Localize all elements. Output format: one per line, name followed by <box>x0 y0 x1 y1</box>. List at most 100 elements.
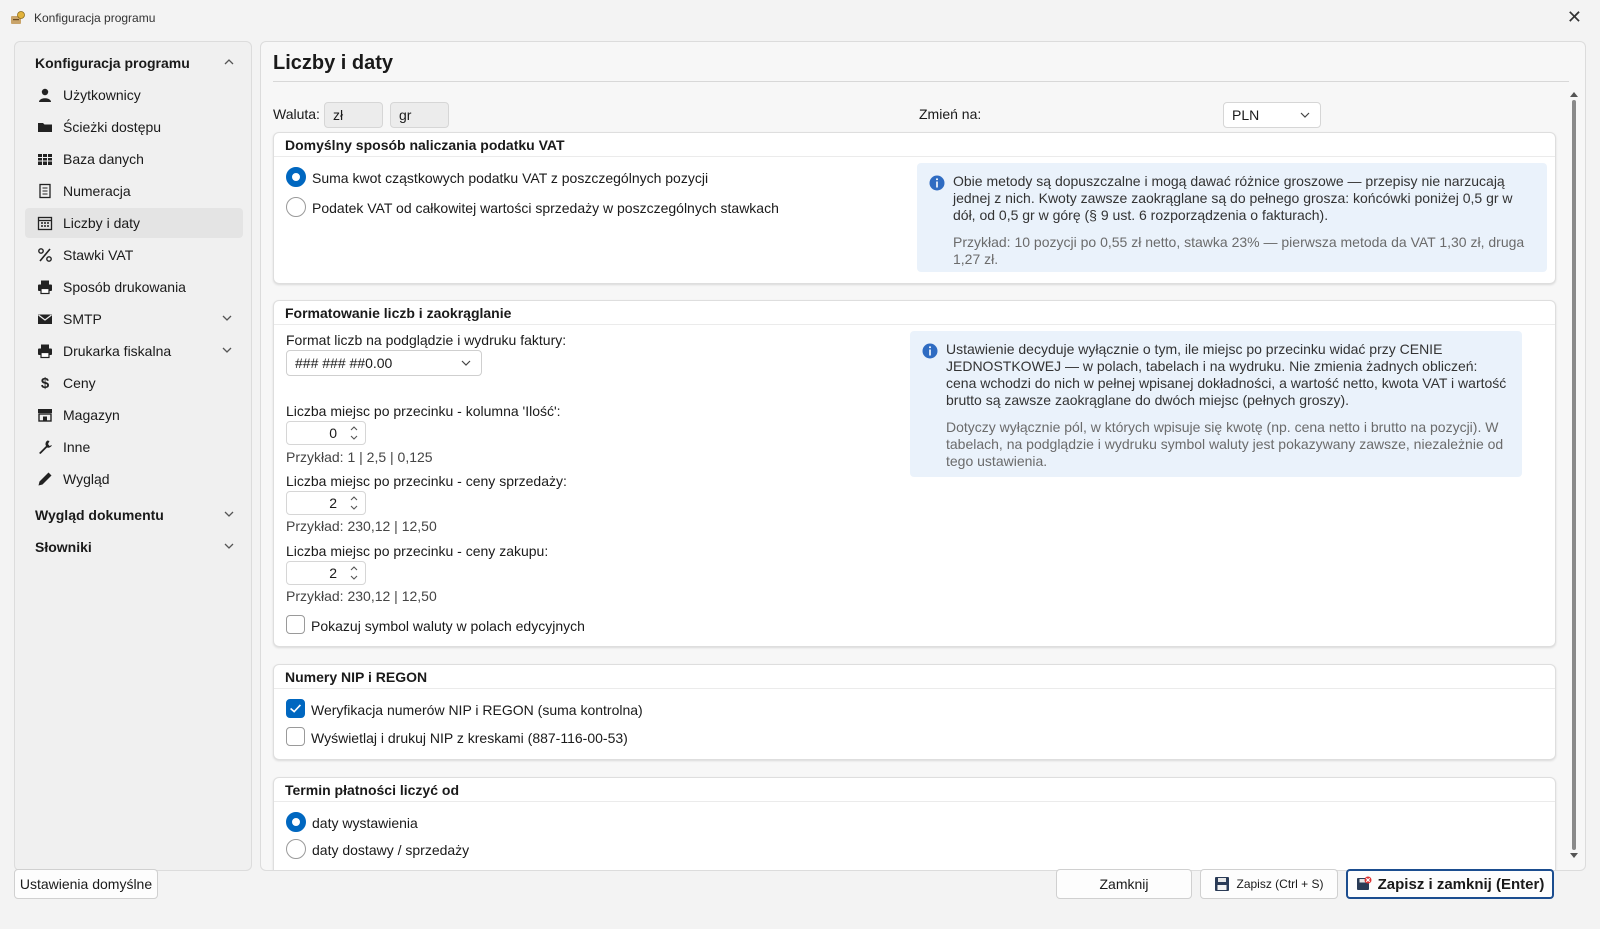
sidebar-item-other[interactable]: Inne <box>25 432 243 462</box>
vat-info-text: Obie metody są dopuszczalne i mogą dawać… <box>953 173 1513 223</box>
title-bar: Konfiguracja programu ✕ <box>0 0 1600 36</box>
percent-icon <box>38 248 52 262</box>
sale-decimals-spinner[interactable]: 2 <box>286 491 366 515</box>
wrench-icon <box>39 440 52 454</box>
number-format-select[interactable]: ### ### ##0.00 <box>286 350 482 376</box>
sidebar-item-warehouse[interactable]: Magazyn <box>25 400 243 430</box>
sidebar-item-prices[interactable]: $ Ceny <box>25 368 243 398</box>
mail-icon <box>38 314 52 324</box>
sale-example: Przykład: 230,12 | 12,50 <box>286 518 437 534</box>
verify-nip-label[interactable]: Weryfikacja numerów NIP i REGON (suma ko… <box>311 702 643 718</box>
purchase-decimals-spinner[interactable]: 2 <box>286 561 366 585</box>
spinner-arrows-icon[interactable] <box>349 424 359 442</box>
sidebar-item-appearance[interactable]: Wygląd <box>25 464 243 494</box>
spinner-arrows-icon[interactable] <box>349 564 359 582</box>
vat-option-total-radio[interactable] <box>286 197 306 217</box>
scroll-down-icon[interactable] <box>1569 852 1579 860</box>
change-to-label: Zmień na: <box>919 106 982 122</box>
sidebar: Konfiguracja programu Użytkownicy Ścieżk… <box>14 41 252 871</box>
sidebar-item-smtp[interactable]: SMTP <box>25 304 243 334</box>
purchase-decimals-label: Liczba miejsc po przecinku - ceny zakupu… <box>286 543 549 559</box>
chevron-down-icon <box>222 347 232 353</box>
qty-decimals-label: Liczba miejsc po przecinku - kolumna 'Il… <box>286 403 561 419</box>
vat-option-sum-label[interactable]: Suma kwot cząstkowych podatku VAT z posz… <box>312 170 708 186</box>
sidebar-section-configuration[interactable]: Konfiguracja programu <box>25 48 245 78</box>
show-currency-symbol-checkbox[interactable] <box>286 615 305 634</box>
sidebar-section-document-appearance[interactable]: Wygląd dokumentu <box>25 500 245 530</box>
app-icon <box>11 11 25 24</box>
table-icon <box>38 154 52 165</box>
info-icon <box>922 343 938 359</box>
vat-option-sum-radio[interactable] <box>286 167 306 187</box>
format-label: Format liczb na podglądzie i wydruku fak… <box>286 332 567 348</box>
user-icon <box>39 88 51 102</box>
nip-dashes-checkbox[interactable] <box>286 727 305 746</box>
sidebar-item-numbers-dates[interactable]: Liczby i daty <box>25 208 243 238</box>
group-title: Numery NIP i REGON <box>274 665 1555 689</box>
show-currency-symbol-label[interactable]: Pokazuj symbol waluty w polach edycyjnyc… <box>311 618 585 634</box>
vat-info-box: Obie metody są dopuszczalne i mogą dawać… <box>917 163 1547 272</box>
calendar-icon <box>37 216 53 231</box>
defaults-button[interactable]: Ustawienia domyślne <box>14 869 158 899</box>
vertical-scrollbar[interactable] <box>1569 90 1579 860</box>
dollar-icon: $ <box>40 374 50 392</box>
save-button[interactable]: Zapisz (Ctrl + S) <box>1200 869 1338 899</box>
scrollbar-thumb[interactable] <box>1572 100 1576 850</box>
chevron-down-icon <box>1300 112 1310 118</box>
group-title: Domyślny sposób naliczania podatku VAT <box>274 133 1555 157</box>
format-info-box: Ustawienie decyduje wyłącznie o tym, ile… <box>910 331 1522 477</box>
close-button[interactable]: Zamknij <box>1056 869 1192 899</box>
printer-icon <box>38 344 52 359</box>
save-and-close-button[interactable]: Zapisz i zamknij (Enter) <box>1346 869 1554 899</box>
payment-from-issue-label[interactable]: daty wystawienia <box>312 815 418 831</box>
spinner-arrows-icon[interactable] <box>349 494 359 512</box>
payment-from-issue-radio[interactable] <box>286 812 306 832</box>
sidebar-item-vat-rates[interactable]: Stawki VAT <box>25 240 243 270</box>
qty-decimals-spinner[interactable]: 0 <box>286 421 366 445</box>
content-panel: Liczby i daty Waluta: zł gr Zmień na: PL… <box>260 41 1586 871</box>
chevron-down-icon <box>222 315 232 321</box>
currency-sub-input[interactable]: gr <box>390 102 449 128</box>
qty-example: Przykład: 1 | 2,5 | 0,125 <box>286 449 433 465</box>
scroll-up-icon[interactable] <box>1569 90 1579 98</box>
chevron-down-icon <box>461 360 471 366</box>
currency-main-input[interactable]: zł <box>324 102 383 128</box>
sidebar-item-users[interactable]: Użytkownicy <box>25 80 243 110</box>
info-icon <box>929 175 945 191</box>
verify-nip-checkbox[interactable] <box>286 699 305 718</box>
title-divider <box>273 81 1569 82</box>
vat-method-group: Domyślny sposób naliczania podatku VAT S… <box>273 132 1556 284</box>
sidebar-item-printing[interactable]: Sposób drukowania <box>25 272 243 302</box>
sidebar-item-paths[interactable]: Ścieżki dostępu <box>25 112 243 142</box>
pen-icon <box>38 472 52 486</box>
document-icon <box>39 183 51 199</box>
format-info-text: Ustawienie decyduje wyłącznie o tym, ile… <box>946 341 1507 408</box>
nip-dashes-label[interactable]: Wyświetlaj i drukuj NIP z kreskami (887-… <box>311 730 628 746</box>
nip-regon-group: Numery NIP i REGON Weryfikacja numerów N… <box>273 664 1556 760</box>
sidebar-item-database[interactable]: Baza danych <box>25 144 243 174</box>
vat-info-example: Przykład: 10 pozycji po 0,55 zł netto, s… <box>953 234 1525 267</box>
printer-icon <box>38 280 52 295</box>
floppy-disk-icon <box>1215 877 1230 891</box>
sale-decimals-label: Liczba miejsc po przecinku - ceny sprzed… <box>286 473 567 489</box>
number-format-group: Formatowanie liczb i zaokrąglanie Format… <box>273 300 1556 647</box>
payment-term-group: Termin płatności liczyć od daty wystawie… <box>273 777 1556 870</box>
payment-from-delivery-label[interactable]: daty dostawy / sprzedaży <box>312 842 469 858</box>
sidebar-item-numbering[interactable]: Numeracja <box>25 176 243 206</box>
payment-from-delivery-radio[interactable] <box>286 839 306 859</box>
group-title: Formatowanie liczb i zaokrąglanie <box>274 301 1555 325</box>
chevron-down-icon <box>224 511 234 517</box>
currency-select[interactable]: PLN <box>1223 102 1321 128</box>
folder-icon <box>38 123 52 132</box>
sidebar-section-dictionaries[interactable]: Słowniki <box>25 532 245 562</box>
sidebar-item-fiscal-printer[interactable]: Drukarka fiskalna <box>25 336 243 366</box>
checkmark-icon <box>290 704 302 713</box>
purchase-example: Przykład: 230,12 | 12,50 <box>286 588 437 604</box>
store-icon <box>38 409 52 422</box>
vat-option-total-label[interactable]: Podatek VAT od całkowitej wartości sprze… <box>312 200 779 216</box>
page-title: Liczby i daty <box>273 52 394 74</box>
close-icon[interactable]: ✕ <box>1567 6 1582 28</box>
group-title: Termin płatności liczyć od <box>274 778 1555 802</box>
chevron-down-icon <box>224 543 234 549</box>
format-info-secondary: Dotyczy wyłącznie pól, w których wpisuje… <box>946 419 1504 469</box>
